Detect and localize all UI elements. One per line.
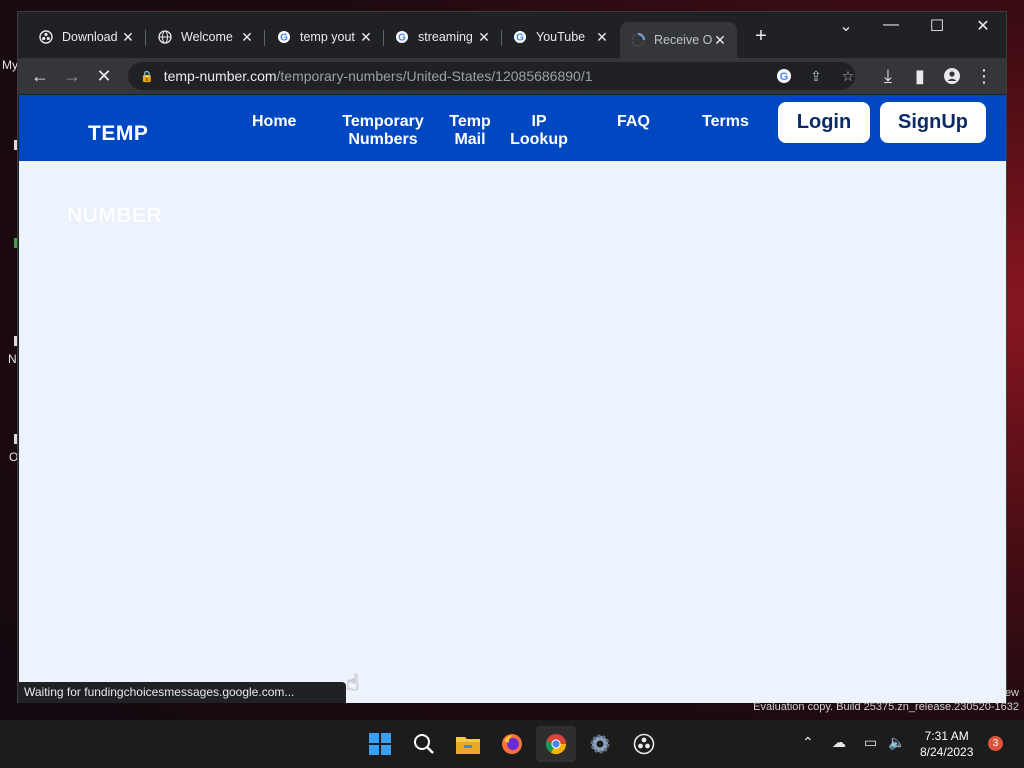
google-icon: G: [512, 29, 528, 45]
obs-icon: [38, 29, 54, 45]
watermark-fragment: ew: [1004, 687, 1019, 699]
tab-receive[interactable]: Receive O ✕: [620, 22, 737, 58]
tab-title: temp yout: [300, 30, 355, 44]
volume-icon[interactable]: 🔈: [888, 734, 905, 751]
login-button[interactable]: Login: [778, 102, 870, 143]
bookmark-star-icon[interactable]: ☆: [837, 65, 859, 87]
tab-search-icon[interactable]: ⌄: [823, 16, 869, 36]
file-explorer-icon[interactable]: [454, 730, 482, 758]
google-icon: G: [276, 29, 292, 45]
google-icon: G: [394, 29, 410, 45]
tab-welcome[interactable]: Welcome ✕: [147, 22, 265, 52]
tab-title: streaming: [418, 30, 473, 44]
tab-temp-youtube[interactable]: G temp yout ✕: [266, 22, 384, 52]
windows-start-icon[interactable]: [366, 730, 394, 758]
notification-badge[interactable]: 3: [988, 736, 1003, 751]
search-icon[interactable]: [410, 730, 438, 758]
forward-icon[interactable]: →: [60, 64, 84, 88]
url-host: temp-number.com: [163, 68, 277, 84]
share-icon[interactable]: ⇪: [805, 65, 827, 87]
download-icon[interactable]: ⤓: [876, 64, 900, 88]
nav-faq[interactable]: FAQ: [617, 113, 650, 131]
show-hidden-icons-chevron-icon[interactable]: ⌃: [802, 734, 814, 751]
tab-download[interactable]: Download ✕: [28, 22, 146, 52]
tab-separator: [264, 30, 265, 46]
google-lens-icon[interactable]: G: [773, 65, 795, 87]
close-icon[interactable]: ✕: [477, 29, 491, 46]
chrome-icon[interactable]: [536, 726, 576, 762]
browser-toolbar: ← → ✕ 🔒 temp-number.com/temporary-number…: [18, 58, 1006, 94]
settings-gear-icon[interactable]: [586, 730, 614, 758]
obs-studio-icon[interactable]: [630, 730, 658, 758]
menu-icon[interactable]: ⋮: [972, 64, 996, 88]
tab-title: Receive O: [654, 33, 713, 47]
lock-icon[interactable]: 🔒: [140, 70, 154, 83]
address-bar[interactable]: 🔒 temp-number.com/temporary-numbers/Unit…: [128, 62, 855, 90]
nav-terms[interactable]: Terms: [702, 113, 749, 131]
clock-time: 7:31 AM: [924, 729, 969, 743]
tab-strip: Download ✕ Welcome ✕ G temp yout ✕ G str…: [18, 12, 1006, 58]
minimize-icon[interactable]: —: [868, 16, 914, 34]
taskbar: ⌃ ☁ ▭ 🔈 7:31 AM 8/24/2023 3: [0, 720, 1024, 768]
profile-icon[interactable]: [940, 64, 964, 88]
status-bar: Waiting for fundingchoicesmessages.googl…: [19, 682, 346, 703]
site-logo-number: NUMBER: [67, 204, 163, 227]
svg-text:G: G: [280, 33, 288, 44]
nav-home[interactable]: Home: [252, 113, 296, 131]
tab-separator: [145, 30, 146, 46]
nav-temporary-numbers[interactable]: Temporary Numbers: [325, 113, 441, 149]
side-panel-icon[interactable]: ▮: [908, 64, 932, 88]
globe-icon: [157, 29, 173, 45]
system-clock[interactable]: 7:31 AM 8/24/2023: [920, 728, 973, 760]
window-close-icon[interactable]: ✕: [960, 16, 1006, 36]
maximize-icon[interactable]: ☐: [914, 16, 960, 36]
close-icon[interactable]: ✕: [359, 29, 373, 46]
web-page: TEMP Home Temporary Numbers Temp Mail IP…: [19, 95, 1006, 703]
signup-button[interactable]: SignUp: [880, 102, 986, 143]
evaluation-watermark: Evaluation copy. Build 25375.zn_release.…: [753, 701, 1019, 713]
hand-cursor-icon: ☝: [346, 670, 360, 695]
svg-text:G: G: [516, 33, 524, 44]
desktop-label-n: N: [8, 352, 17, 366]
stop-loading-icon[interactable]: ✕: [92, 64, 116, 88]
close-icon[interactable]: ✕: [713, 32, 727, 49]
browser-window: Download ✕ Welcome ✕ G temp yout ✕ G str…: [17, 11, 1007, 703]
svg-text:G: G: [780, 71, 789, 83]
firefox-icon[interactable]: [498, 730, 526, 758]
site-header: TEMP Home Temporary Numbers Temp Mail IP…: [19, 95, 1006, 161]
nav-ip-lookup[interactable]: IP Lookup: [509, 113, 569, 149]
tab-streaming[interactable]: G streaming ✕: [384, 22, 502, 52]
close-icon[interactable]: ✕: [240, 29, 254, 46]
tab-title: Welcome: [181, 30, 233, 44]
back-icon[interactable]: ←: [28, 64, 52, 88]
desktop-label-my: My: [2, 58, 18, 72]
close-icon[interactable]: ✕: [121, 29, 135, 46]
network-icon[interactable]: ▭: [864, 734, 877, 751]
clock-date: 8/24/2023: [920, 745, 974, 759]
tab-title: YouTube: [536, 30, 586, 44]
site-logo[interactable]: TEMP: [88, 122, 148, 146]
new-tab-button[interactable]: +: [749, 25, 773, 48]
tab-youtube[interactable]: G YouTube ✕: [502, 22, 619, 52]
tab-title: Download: [62, 30, 118, 44]
url-path: /temporary-numbers/United-States/1208568…: [276, 68, 593, 84]
loading-icon: [630, 32, 646, 48]
nav-temp-mail[interactable]: Temp Mail: [437, 113, 503, 149]
svg-text:G: G: [398, 33, 406, 44]
close-icon[interactable]: ✕: [595, 29, 609, 46]
onedrive-cloud-icon[interactable]: ☁: [832, 734, 846, 751]
